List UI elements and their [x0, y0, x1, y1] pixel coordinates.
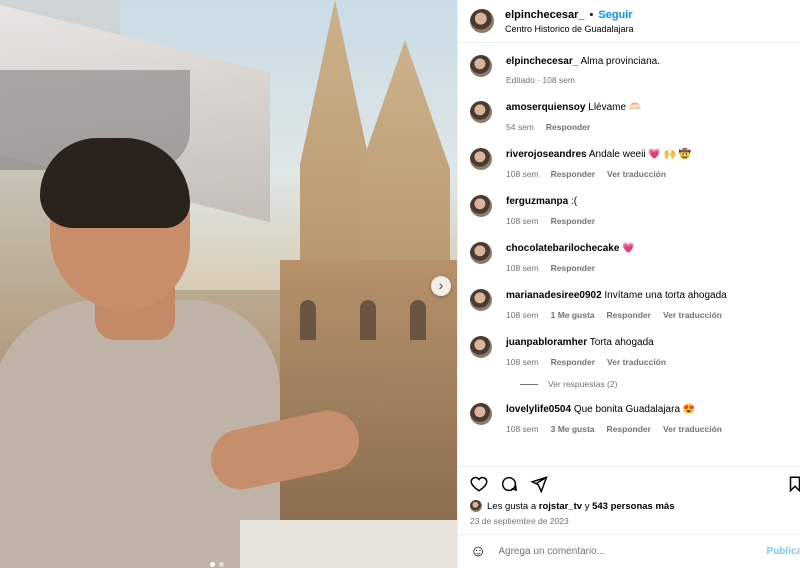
- commenter-avatar[interactable]: [470, 101, 492, 123]
- commenter-avatar[interactable]: [470, 289, 492, 311]
- comment-text: :(: [571, 196, 578, 207]
- post-panel: elpinchecesar_ • Seguir Centro Historico…: [457, 0, 800, 568]
- likes-others[interactable]: 543 personas más: [592, 501, 674, 512]
- author-username[interactable]: elpinchecesar_: [505, 9, 585, 21]
- comment-row: marianadesiree0902 Invítame una torta ah…: [470, 289, 800, 322]
- comment-likes[interactable]: 3 Me gusta: [551, 423, 595, 436]
- heart-icon[interactable]: [470, 475, 488, 493]
- view-replies-button[interactable]: Ver respuestas (2): [520, 379, 800, 389]
- translate-button[interactable]: Ver traducción: [663, 309, 722, 322]
- action-bar: [458, 466, 800, 500]
- comment-username[interactable]: juanpabloramher: [506, 337, 587, 348]
- likes-prefix: Les gusta a: [487, 500, 537, 512]
- share-icon[interactable]: [530, 475, 548, 493]
- commenter-avatar[interactable]: [470, 148, 492, 170]
- caption: elpinchecesar_ Alma provinciana. Editado…: [470, 55, 800, 87]
- comment-text: Andale weeii 💗 🙌 🤠: [588, 149, 692, 160]
- comment-row: amoserquiensoy Llévame 🫶🏻 54 sem Responder: [470, 101, 800, 134]
- post-photo[interactable]: ›: [0, 0, 457, 568]
- reply-button[interactable]: Responder: [607, 309, 651, 322]
- comment-text: 💗: [622, 243, 635, 254]
- reply-button[interactable]: Responder: [551, 215, 595, 228]
- reply-button[interactable]: Responder: [607, 423, 651, 436]
- chevron-right-icon[interactable]: ›: [431, 276, 451, 296]
- liker-avatar: [470, 500, 482, 512]
- photo-table: [240, 520, 457, 568]
- reply-button[interactable]: Responder: [551, 168, 595, 181]
- likes-middle: y: [584, 500, 590, 512]
- translate-button[interactable]: Ver traducción: [607, 168, 666, 181]
- comment-text: Llévame 🫶🏻: [588, 102, 642, 113]
- post-header: elpinchecesar_ • Seguir Centro Historico…: [458, 0, 800, 43]
- bookmark-icon[interactable]: [786, 475, 800, 493]
- comment-time: 54 sem: [506, 122, 534, 132]
- reply-button[interactable]: Responder: [551, 262, 595, 275]
- comment-icon[interactable]: [500, 475, 518, 493]
- post-location[interactable]: Centro Historico de Guadalajara: [505, 24, 634, 34]
- comment-time: 108 sem: [506, 216, 539, 226]
- comment-time: 108 sem: [506, 310, 539, 320]
- commenter-avatar[interactable]: [470, 336, 492, 358]
- comment-time: 108 sem: [506, 424, 539, 434]
- comment-username[interactable]: amoserquiensoy: [506, 102, 585, 113]
- caption-text: Alma provinciana.: [580, 56, 660, 67]
- translate-button[interactable]: Ver traducción: [607, 356, 666, 369]
- cathedral-building: [280, 260, 457, 520]
- post-date: 23 de septiembre de 2023: [470, 516, 569, 526]
- add-comment-bar: ☺ Agrega un comentario... Publicar: [458, 534, 800, 568]
- comment-row: chocolatebarilochecake 💗 108 sem Responder: [470, 242, 800, 275]
- post-button[interactable]: Publicar: [767, 546, 800, 557]
- comment-username[interactable]: riverojoseandres: [506, 149, 587, 160]
- comment-time: 108 sem: [506, 169, 539, 179]
- comment-username[interactable]: chocolatebarilochecake: [506, 243, 619, 254]
- caption-meta: Editado · 108 sem: [506, 75, 575, 85]
- comments-list[interactable]: elpinchecesar_ Alma provinciana. Editado…: [458, 43, 800, 466]
- commenter-avatar[interactable]: [470, 403, 492, 425]
- liker-username[interactable]: rojstar_tv: [539, 501, 582, 512]
- comment-text: Invítame una torta ahogada: [604, 290, 727, 301]
- comment-row: juanpabloramher Torta ahogada 108 sem Resp…: [470, 336, 800, 369]
- comment-row: ferguzmanpa :( 108 sem Responder: [470, 195, 800, 228]
- author-avatar[interactable]: [470, 9, 494, 33]
- reply-button[interactable]: Responder: [551, 356, 595, 369]
- caption-avatar[interactable]: [470, 55, 492, 77]
- follow-button[interactable]: Seguir: [598, 9, 632, 21]
- translate-button[interactable]: Ver traducción: [663, 423, 722, 436]
- commenter-avatar[interactable]: [470, 242, 492, 264]
- emoji-icon[interactable]: ☺: [470, 543, 486, 561]
- comment-text: Que bonita Guadalajara 😍: [573, 404, 696, 415]
- commenter-avatar[interactable]: [470, 195, 492, 217]
- separator-dot: •: [589, 8, 594, 21]
- comment-username[interactable]: lovelylife0504: [506, 404, 571, 415]
- comment-username[interactable]: marianadesiree0902: [506, 290, 602, 301]
- carousel-dots: [210, 562, 224, 567]
- reply-button[interactable]: Responder: [546, 121, 590, 134]
- comment-likes[interactable]: 1 Me gusta: [551, 309, 595, 322]
- comment-row: lovelylife0504 Que bonita Guadalajara 😍 1…: [470, 403, 800, 436]
- comment-input[interactable]: Agrega un comentario...: [498, 546, 605, 557]
- comment-time: 108 sem: [506, 263, 539, 273]
- caption-username[interactable]: elpinchecesar_: [506, 56, 578, 67]
- comment-username[interactable]: ferguzmanpa: [506, 196, 568, 207]
- comment-time: 108 sem: [506, 357, 539, 367]
- comment-text: Torta ahogada: [589, 337, 654, 348]
- comment-row: riverojoseandres Andale weeii 💗 🙌 🤠 108 s…: [470, 148, 800, 181]
- likes-summary[interactable]: Les gusta a rojstar_tv y 543 personas má…: [458, 500, 800, 512]
